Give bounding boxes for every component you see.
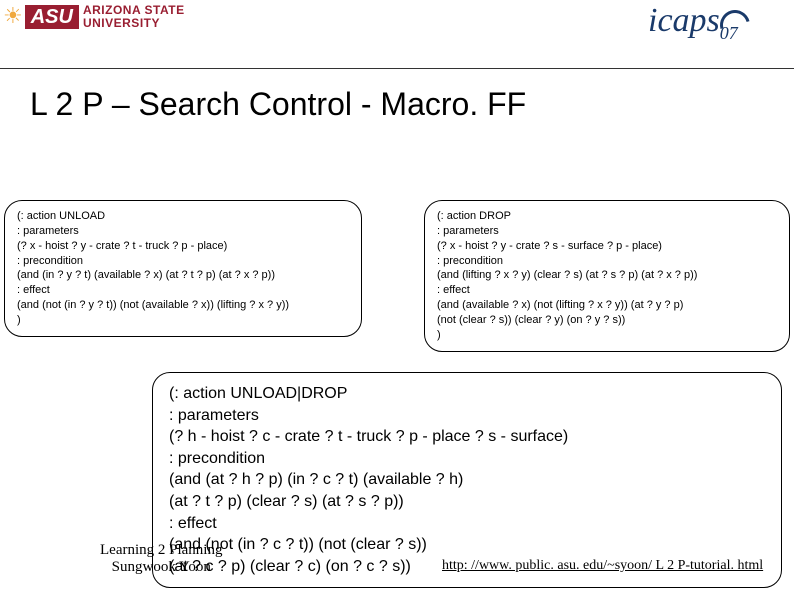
- footer-line1: Learning 2 Planning: [100, 542, 222, 558]
- conference-logo: icaps07: [648, 2, 788, 64]
- asu-name-line1: ARIZONA STATE: [83, 4, 185, 17]
- asu-logo: ☀ ASU ARIZONA STATE UNIVERSITY: [3, 4, 185, 29]
- code-box-drop: (: action DROP : parameters (? x - hoist…: [424, 200, 790, 352]
- footer-lines: Learning 2 Planning Sungwook Yoon: [100, 542, 222, 575]
- footer-link[interactable]: http: //www. public. asu. edu/~syoon/ L …: [442, 558, 763, 574]
- code-box-macro: (: action UNLOAD|DROP : parameters (? h …: [152, 372, 782, 588]
- conference-text: icaps07: [648, 2, 738, 39]
- asu-name: ARIZONA STATE UNIVERSITY: [83, 4, 185, 29]
- footer-line2: Sungwook Yoon: [112, 559, 211, 575]
- code-box-unload: (: action UNLOAD : parameters (? x - hoi…: [4, 200, 362, 337]
- footer-author: Learning 2 Planning Sungwook Yoon: [100, 542, 222, 575]
- asu-name-line2: UNIVERSITY: [83, 17, 185, 30]
- page-title: L 2 P – Search Control - Macro. FF: [30, 86, 526, 123]
- header-divider: [0, 68, 794, 69]
- asu-logo-mark: ☀ ASU: [3, 5, 79, 29]
- sun-icon: ☀: [3, 5, 23, 27]
- asu-initials: ASU: [25, 5, 79, 29]
